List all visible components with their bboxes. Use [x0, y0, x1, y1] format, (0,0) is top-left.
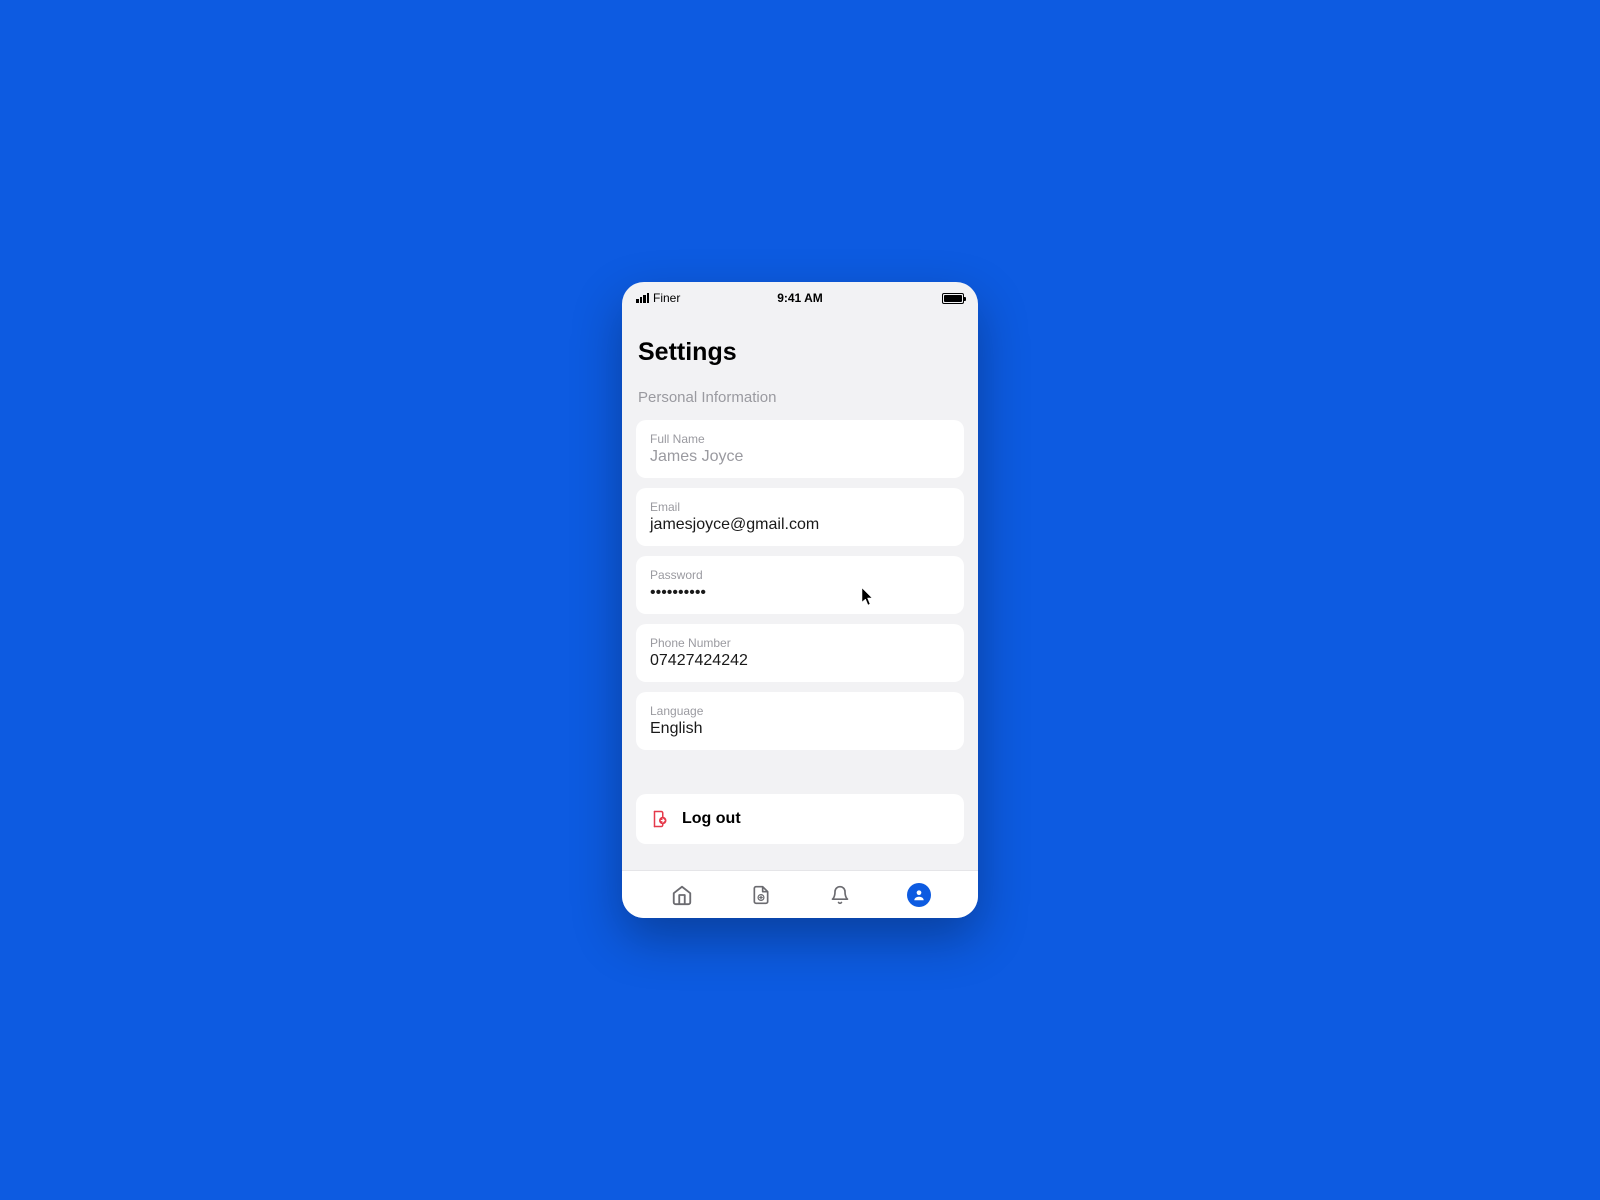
field-value: jamesjoyce@gmail.com: [650, 516, 950, 534]
battery-icon: [942, 293, 964, 304]
page-title: Settings: [636, 338, 964, 367]
password-field[interactable]: Password ••••••••••: [636, 556, 964, 614]
nav-add-document[interactable]: [749, 883, 773, 907]
nav-profile[interactable]: [907, 883, 931, 907]
logout-label: Log out: [682, 810, 741, 828]
field-value: 07427424242: [650, 652, 950, 670]
field-label: Full Name: [650, 432, 950, 446]
signal-icon: [636, 293, 649, 303]
field-label: Email: [650, 500, 950, 514]
field-value: James Joyce: [650, 448, 950, 466]
home-icon: [671, 884, 693, 906]
full-name-field[interactable]: Full Name James Joyce: [636, 420, 964, 478]
logout-icon: [650, 810, 668, 828]
bell-icon: [830, 884, 850, 906]
status-time: 9:41 AM: [777, 291, 823, 305]
logout-button[interactable]: Log out: [636, 794, 964, 844]
language-field[interactable]: Language English: [636, 692, 964, 750]
status-bar: Finer 9:41 AM: [622, 288, 978, 308]
profile-icon: [907, 883, 931, 907]
carrier-label: Finer: [653, 291, 680, 305]
nav-notifications[interactable]: [828, 883, 852, 907]
field-value: ••••••••••: [650, 584, 950, 602]
section-label: Personal Information: [636, 389, 964, 406]
status-left: Finer: [636, 291, 680, 305]
bottom-nav: [622, 870, 978, 918]
email-field[interactable]: Email jamesjoyce@gmail.com: [636, 488, 964, 546]
field-label: Password: [650, 568, 950, 582]
phone-frame: Finer 9:41 AM Settings Personal Informat…: [622, 282, 978, 918]
add-document-icon: [751, 884, 771, 906]
content-area: Settings Personal Information Full Name …: [622, 308, 978, 870]
field-label: Phone Number: [650, 636, 950, 650]
phone-field[interactable]: Phone Number 07427424242: [636, 624, 964, 682]
nav-home[interactable]: [670, 883, 694, 907]
field-label: Language: [650, 704, 950, 718]
field-value: English: [650, 720, 950, 738]
